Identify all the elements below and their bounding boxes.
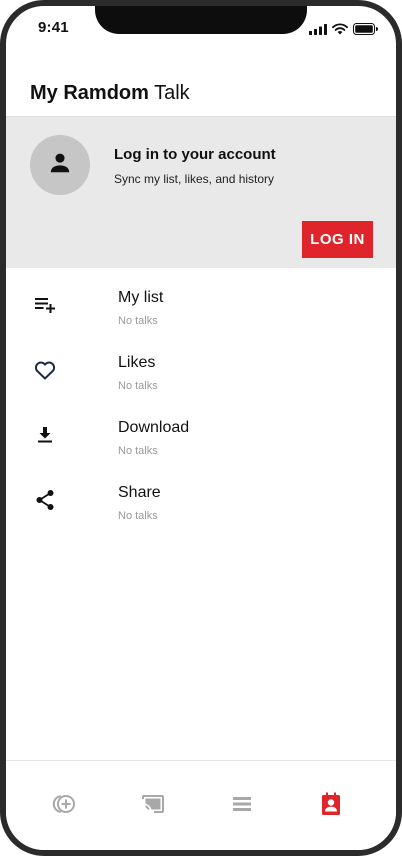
share-icon bbox=[32, 487, 58, 513]
signal-icon bbox=[309, 22, 327, 40]
menu-list: My list No talks Likes No talks Download… bbox=[6, 276, 396, 536]
bottom-nav bbox=[6, 760, 396, 850]
status-time: 9:41 bbox=[38, 19, 69, 36]
menu-item-label: Share bbox=[118, 484, 161, 501]
menu-lines-icon bbox=[231, 795, 253, 818]
menu-item-my-list[interactable]: My list No talks bbox=[6, 276, 396, 341]
heart-icon bbox=[32, 357, 58, 383]
menu-item-label: Download bbox=[118, 419, 190, 436]
page-title-bold: My Ramdom bbox=[30, 82, 149, 104]
playlist-add-icon bbox=[32, 292, 58, 318]
menu-item-download[interactable]: Download No talks bbox=[6, 406, 396, 471]
avatar bbox=[30, 135, 90, 195]
menu-item-label: My list bbox=[118, 289, 164, 306]
menu-item-sub: No talks bbox=[118, 510, 158, 522]
status-icons bbox=[309, 22, 378, 40]
page-title: My Ramdom Talk bbox=[30, 82, 190, 105]
nav-item-playlist[interactable] bbox=[222, 791, 262, 821]
battery-icon bbox=[353, 22, 378, 40]
download-icon bbox=[32, 422, 58, 448]
person-icon bbox=[47, 150, 73, 181]
app-header: My Ramdom Talk bbox=[6, 68, 396, 120]
menu-item-sub: No talks bbox=[118, 445, 158, 457]
menu-item-likes[interactable]: Likes No talks bbox=[6, 341, 396, 406]
add-circle-icon bbox=[51, 793, 77, 820]
login-panel: Log in to your account Sync my list, lik… bbox=[6, 116, 396, 268]
menu-item-sub: No talks bbox=[118, 380, 158, 392]
menu-item-share[interactable]: Share No talks bbox=[6, 471, 396, 536]
phone-frame: 9:41 My Ramdom Talk Log in to your accou… bbox=[0, 0, 402, 856]
profile-contact-icon bbox=[320, 792, 342, 821]
login-title: Log in to your account bbox=[114, 146, 276, 163]
device-notch bbox=[95, 6, 307, 34]
nav-item-cast[interactable] bbox=[133, 791, 173, 821]
menu-item-label: Likes bbox=[118, 354, 156, 371]
nav-item-profile[interactable] bbox=[311, 791, 351, 821]
login-subtitle: Sync my list, likes, and history bbox=[114, 172, 275, 186]
nav-item-discover[interactable] bbox=[44, 791, 84, 821]
menu-item-sub: No talks bbox=[118, 315, 158, 327]
wifi-icon bbox=[332, 22, 348, 40]
login-button[interactable]: LOG IN bbox=[302, 221, 373, 258]
cast-icon bbox=[141, 794, 165, 819]
page-title-regular: Talk bbox=[154, 82, 190, 104]
